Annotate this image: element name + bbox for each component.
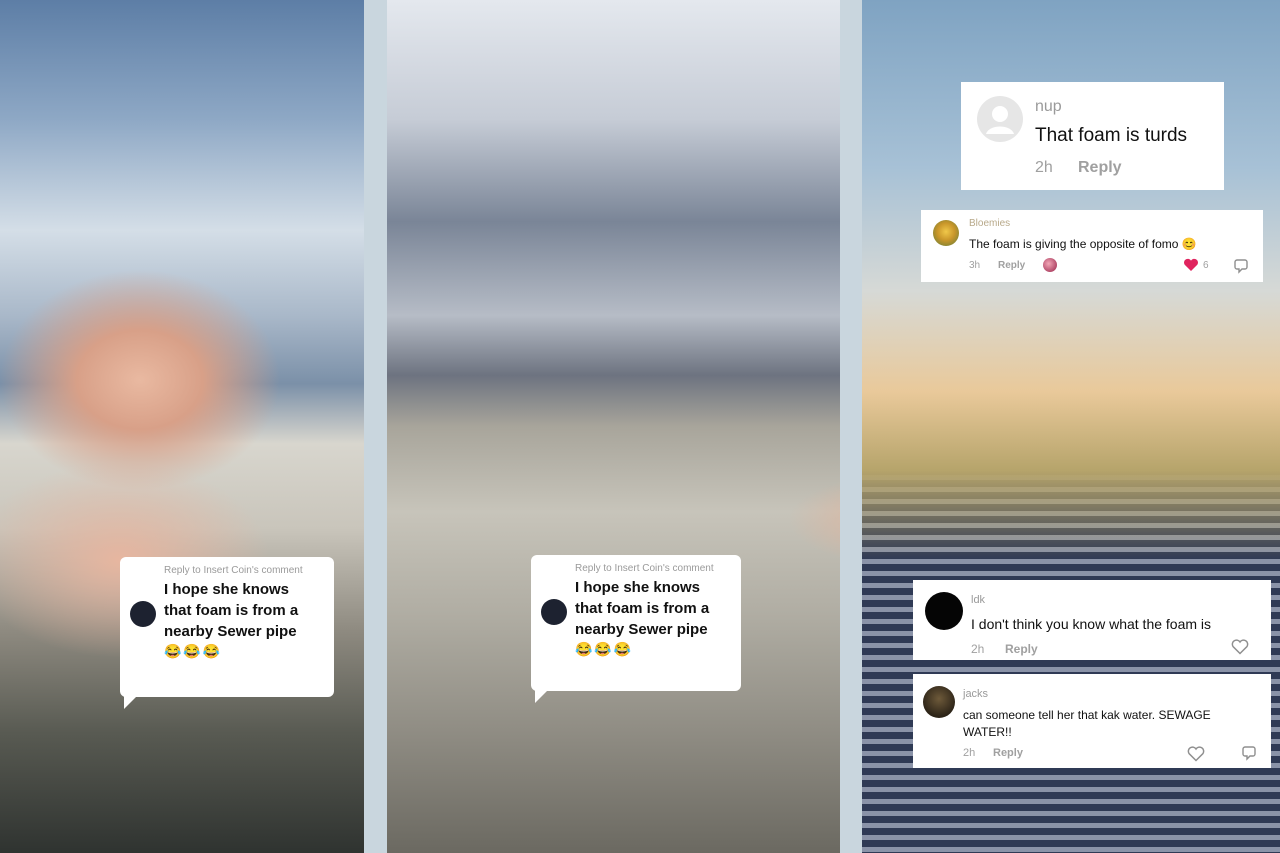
video-panel-left[interactable]: Reply to Insert Coin's comment I hope sh… [0, 0, 364, 853]
dislike-icon[interactable] [1233, 258, 1249, 274]
emoji-row: 😂😂😂 [164, 643, 223, 659]
bubble-text: I hope she knows that foam is from a nea… [575, 579, 710, 638]
comment-username: jacks [963, 688, 989, 700]
reply-button[interactable]: Reply [993, 747, 1023, 759]
reply-bubble: Reply to Insert Coin's comment I hope sh… [531, 555, 741, 703]
reply-to-label: Reply to Insert Coin's comment [164, 565, 303, 576]
comment-time: 2h [1035, 159, 1053, 176]
video-panel-right[interactable]: nup That foam is turds 2h Reply Bloemies… [862, 0, 1280, 853]
comment-card-ldk: ldk I don't think you know what the foam… [913, 580, 1271, 660]
comment-card-bloemies: Bloemies The foam is giving the opposite… [921, 210, 1263, 282]
comment-card-nup: nup That foam is turds 2h Reply [961, 82, 1224, 190]
avatar [923, 686, 955, 718]
dislike-icon[interactable] [1241, 745, 1257, 761]
bubble-text: I hope she knows that foam is from a nea… [164, 581, 299, 640]
commenter-avatar [130, 601, 156, 627]
reply-to-label: Reply to Insert Coin's comment [575, 563, 714, 574]
comment-text: The foam is giving the opposite of fomo … [969, 237, 1197, 251]
reply-bubble: Reply to Insert Coin's comment I hope sh… [120, 557, 334, 709]
comment-time: 2h [971, 642, 985, 656]
heart-icon[interactable] [1183, 258, 1199, 272]
reaction-avatar-icon [1043, 258, 1057, 272]
avatar [925, 592, 963, 630]
comment-text: I don't think you know what the foam is [971, 616, 1212, 632]
default-avatar-icon [977, 96, 1023, 142]
reply-button[interactable]: Reply [1005, 642, 1038, 656]
comment-text: That foam is turds [1035, 125, 1188, 146]
like-count: 6 [1203, 260, 1209, 271]
reply-button[interactable]: Reply [1078, 159, 1122, 177]
avatar [933, 220, 959, 246]
video-panel-middle[interactable]: Reply to Insert Coin's comment I hope sh… [387, 0, 840, 853]
heart-icon[interactable] [1231, 639, 1249, 655]
comment-username: nup [1035, 98, 1062, 115]
comment-time: 3h [969, 260, 981, 271]
reply-button[interactable]: Reply [998, 260, 1025, 271]
emoji-row: 😂😂😂 [575, 641, 634, 657]
comment-card-jacks: jacks can someone tell her that kak wate… [913, 674, 1271, 768]
heart-icon[interactable] [1187, 746, 1205, 762]
comment-text: can someone tell her that kak water. SEW… [963, 708, 1211, 739]
comment-username: Bloemies [969, 218, 1011, 229]
comment-time: 2h [963, 747, 976, 759]
commenter-avatar [541, 599, 567, 625]
comment-username: ldk [971, 594, 986, 606]
